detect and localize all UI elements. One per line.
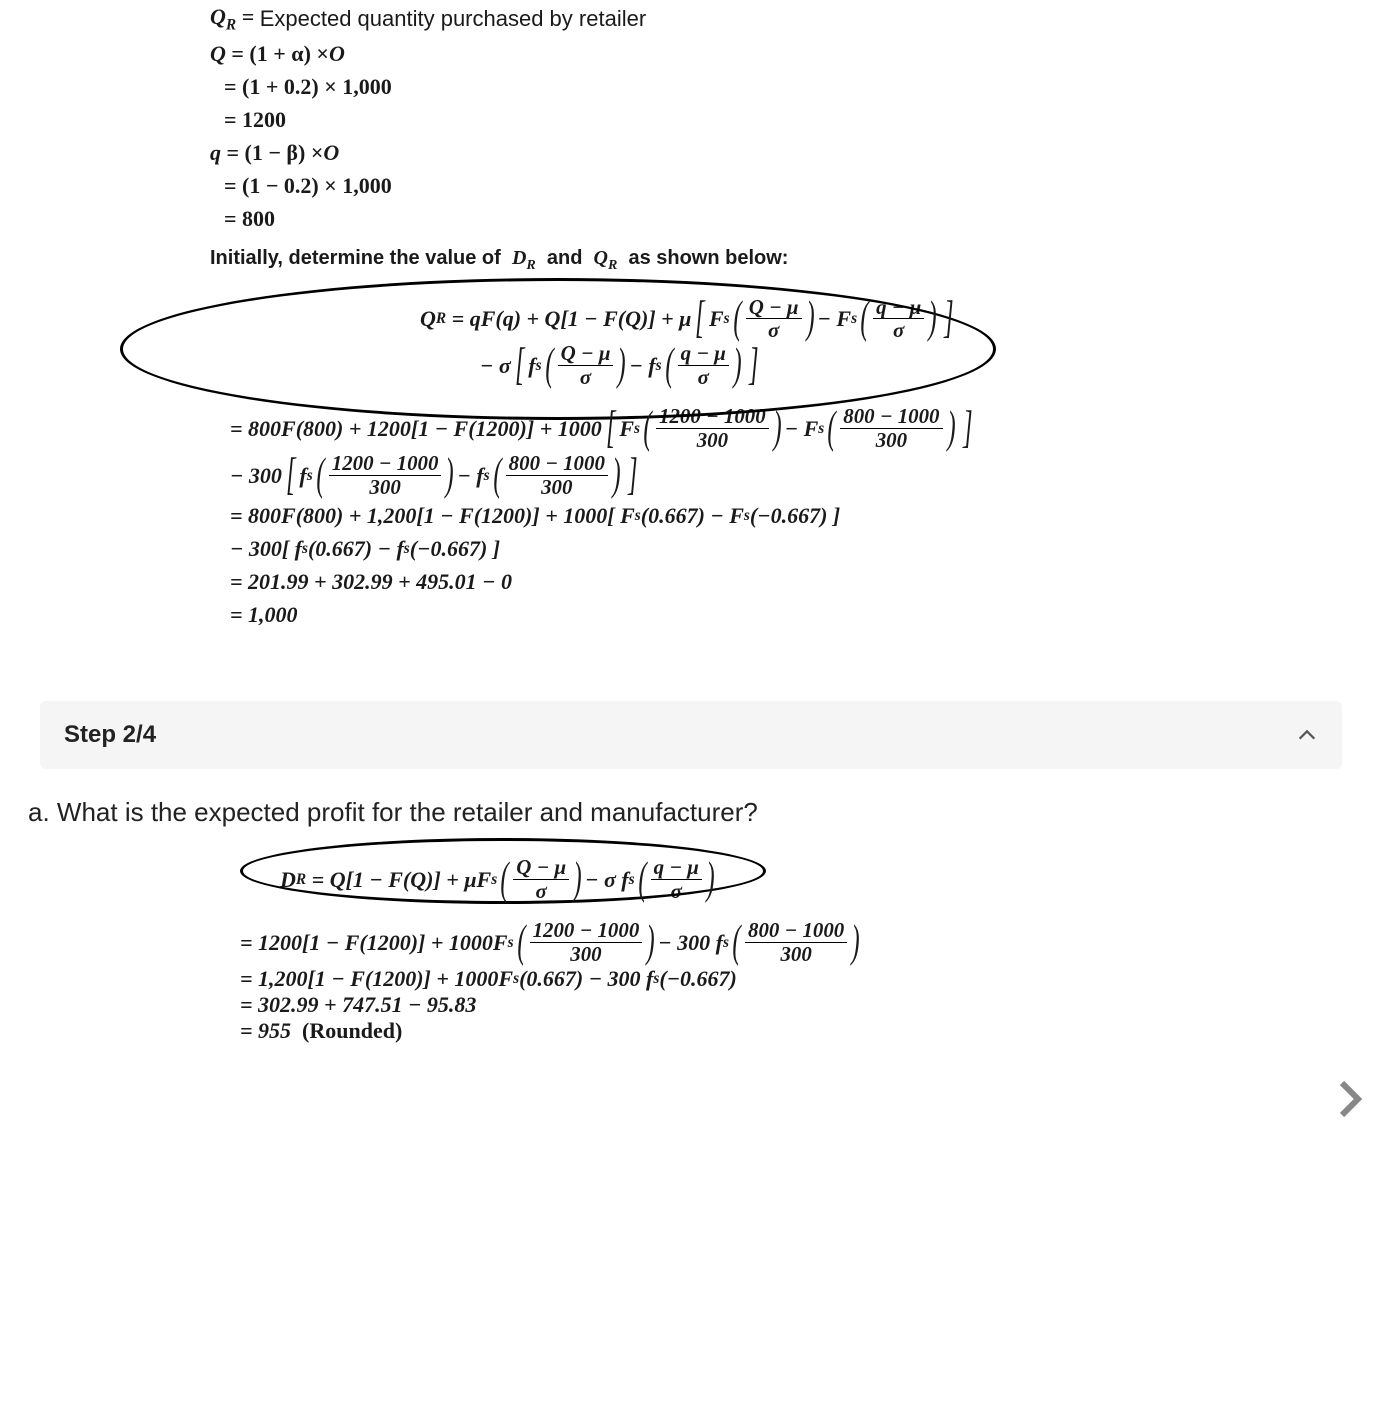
QR-formula-line1: QR = qF(q) + Q[1 − F(Q)] + μ [ Fs ( Q − … — [420, 296, 1302, 343]
chevron-up-icon — [1296, 724, 1318, 746]
Q-eq-3: = 1200 — [210, 103, 1382, 136]
QR-sub-line6: = 1,000 — [210, 598, 1382, 631]
page-scroll-chevron-icon[interactable] — [1326, 1075, 1374, 1123]
DR-sub-line3: = 302.99 + 747.51 − 95.83 — [210, 992, 1382, 1018]
step-header-label: Step 2/4 — [64, 721, 156, 749]
DR-sub-line2: = 1,200[1 − F(1200)] + 1000Fs(0.667) − 3… — [210, 966, 1382, 992]
page: QR = Expected quantity purchased by reta… — [0, 0, 1382, 1084]
Q-eq-1: Q = (1 + α) × O — [210, 37, 1382, 70]
Q-eq-2: = (1 + 0.2) × 1,000 — [210, 70, 1382, 103]
DR-sub-line1: = 1200[1 − F(1200)] + 1000Fs ( 1200 − 10… — [210, 919, 1382, 966]
q-eq-2: = (1 − 0.2) × 1,000 — [210, 169, 1382, 202]
DR-formula-line1: DR = Q[1 − F(Q)] + μFs ( Q − μσ ) − σ fs… — [280, 856, 1302, 903]
step1-math: QR = Expected quantity purchased by reta… — [210, 0, 1382, 631]
definition-line: QR = Expected quantity purchased by reta… — [210, 0, 1382, 37]
formula-callout-2: DR = Q[1 − F(Q)] + μFs ( Q − μσ ) − σ fs… — [270, 850, 1322, 909]
QR-sub-line4: − 300[ fs(0.667) − fs(−0.667) ] — [210, 532, 1382, 565]
QR-sub-line1: = 800F(800) + 1200[1 − F(1200)] + 1000 [… — [210, 405, 1382, 452]
QR-sub-line5: = 201.99 + 302.99 + 495.01 − 0 — [210, 565, 1382, 598]
QR-sub-line3: = 800F(800) + 1,200[1 − F(1200)] + 1000[… — [210, 499, 1382, 532]
q-eq-3: = 800 — [210, 202, 1382, 235]
q-eq-1: q = (1 − β) × O — [210, 136, 1382, 169]
step2-math: DR = Q[1 − F(Q)] + μFs ( Q − μσ ) − σ fs… — [210, 850, 1382, 1044]
QR-sub-line2: − 300 [ fs ( 1200 − 1000300 ) − fs ( 800… — [210, 452, 1382, 499]
instruction-line: Initially, determine the value of DR and… — [210, 243, 1382, 276]
QR-formula-line2: − σ [ fs ( Q − μσ ) − fs ( q − μσ ) ] — [420, 342, 1302, 389]
question-text: a. What is the expected profit for the r… — [28, 797, 1342, 828]
step-header[interactable]: Step 2/4 — [40, 701, 1342, 769]
DR-sub-line4: = 955 (Rounded) — [210, 1018, 1382, 1044]
formula-callout-1: QR = qF(q) + Q[1 − F(Q)] + μ [ Fs ( Q − … — [270, 290, 1322, 396]
